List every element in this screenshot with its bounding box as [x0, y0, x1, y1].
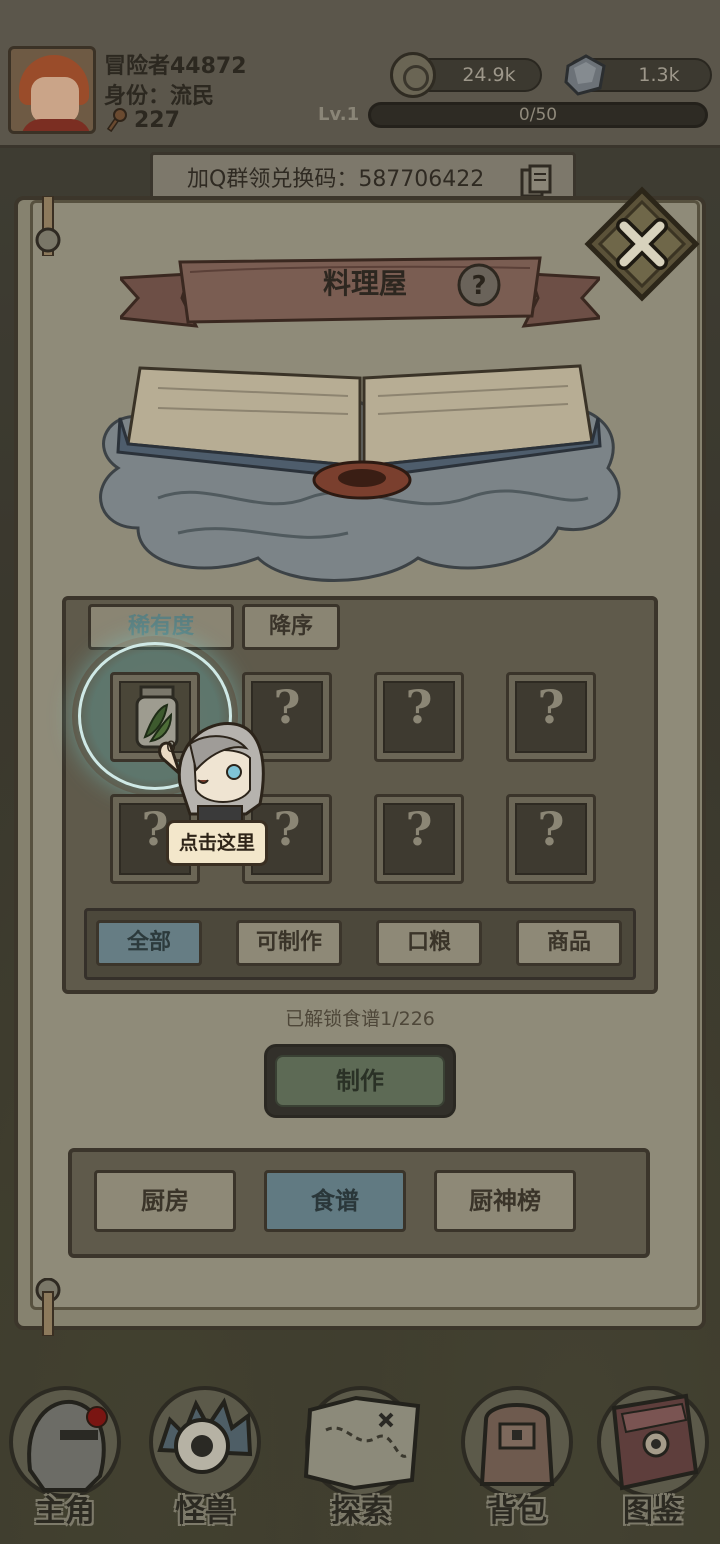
helmet-icon	[9, 1386, 121, 1498]
coin-icon	[390, 52, 436, 98]
nav-label: 图鉴	[623, 1494, 683, 1529]
nav-label: 主角	[35, 1494, 95, 1529]
scroll-rod-top	[35, 196, 61, 256]
nav-backpack[interactable]: 背包	[452, 1380, 582, 1530]
help-icon[interactable]: ?	[456, 262, 502, 308]
filter-tab-rations[interactable]: 口粮	[376, 920, 482, 966]
xp-progress-bar: 0/50	[368, 102, 708, 128]
unlocked-recipes-count: 已解锁食谱1/226	[285, 1008, 435, 1030]
keys-count: 227	[134, 108, 180, 133]
tab-chef-ranking[interactable]: 厨神榜	[434, 1170, 576, 1232]
player-role: 身份：流民	[104, 84, 215, 109]
tutorial-guide-character: 0	[158, 722, 265, 831]
close-button[interactable]	[584, 186, 700, 302]
make-button-label: 制作	[275, 1055, 445, 1107]
nav-explore[interactable]: 探索	[296, 1380, 426, 1530]
copy-icon[interactable]	[520, 164, 552, 200]
question-icon: ?	[405, 680, 433, 734]
tab-recipes[interactable]: 食谱	[264, 1170, 406, 1232]
nav-collection[interactable]: 图鉴	[588, 1380, 718, 1530]
filter-tab-craftable[interactable]: 可制作	[236, 920, 342, 966]
question-icon: ?	[537, 680, 565, 734]
recipe-slot-locked[interactable]: ?	[506, 794, 596, 884]
svg-text:?: ?	[471, 271, 486, 301]
scroll-rod-bottom	[35, 1278, 61, 1336]
gem-icon	[564, 54, 606, 96]
nav-label: 探索	[331, 1494, 391, 1529]
player-name: 冒险者44872	[104, 54, 247, 79]
svg-text:0: 0	[166, 737, 176, 756]
map-icon	[303, 1386, 421, 1498]
nav-hero[interactable]: 主角	[0, 1380, 130, 1530]
tutorial-tip-bubble[interactable]: 点击这里	[166, 820, 268, 866]
page-title: 料理屋	[322, 267, 407, 300]
nav-monsters[interactable]: 怪兽	[140, 1380, 270, 1530]
book-icon	[597, 1386, 709, 1498]
cookbook-illustration	[99, 364, 621, 582]
question-icon: ?	[537, 802, 565, 856]
filter-tab-all[interactable]: 全部	[96, 920, 202, 966]
close-icon	[584, 186, 700, 302]
recipe-slot-locked[interactable]: ?	[506, 672, 596, 762]
key-icon	[106, 108, 127, 132]
eye-monster-icon	[149, 1386, 261, 1498]
sort-order-button[interactable]: 降序	[242, 604, 340, 650]
question-icon: ?	[405, 802, 433, 856]
backpack-icon	[461, 1386, 573, 1498]
filter-tab-goods[interactable]: 商品	[516, 920, 622, 966]
nav-label: 怪兽	[175, 1494, 235, 1529]
nav-label: 背包	[487, 1494, 547, 1529]
avatar[interactable]	[8, 46, 96, 134]
level-label: Lv.1	[318, 104, 360, 125]
tab-kitchen[interactable]: 厨房	[94, 1170, 236, 1232]
notification-dot	[86, 1406, 108, 1428]
recipe-slot-locked[interactable]: ?	[374, 794, 464, 884]
make-button[interactable]: 制作	[264, 1044, 456, 1118]
recipe-slot-locked[interactable]: ?	[374, 672, 464, 762]
